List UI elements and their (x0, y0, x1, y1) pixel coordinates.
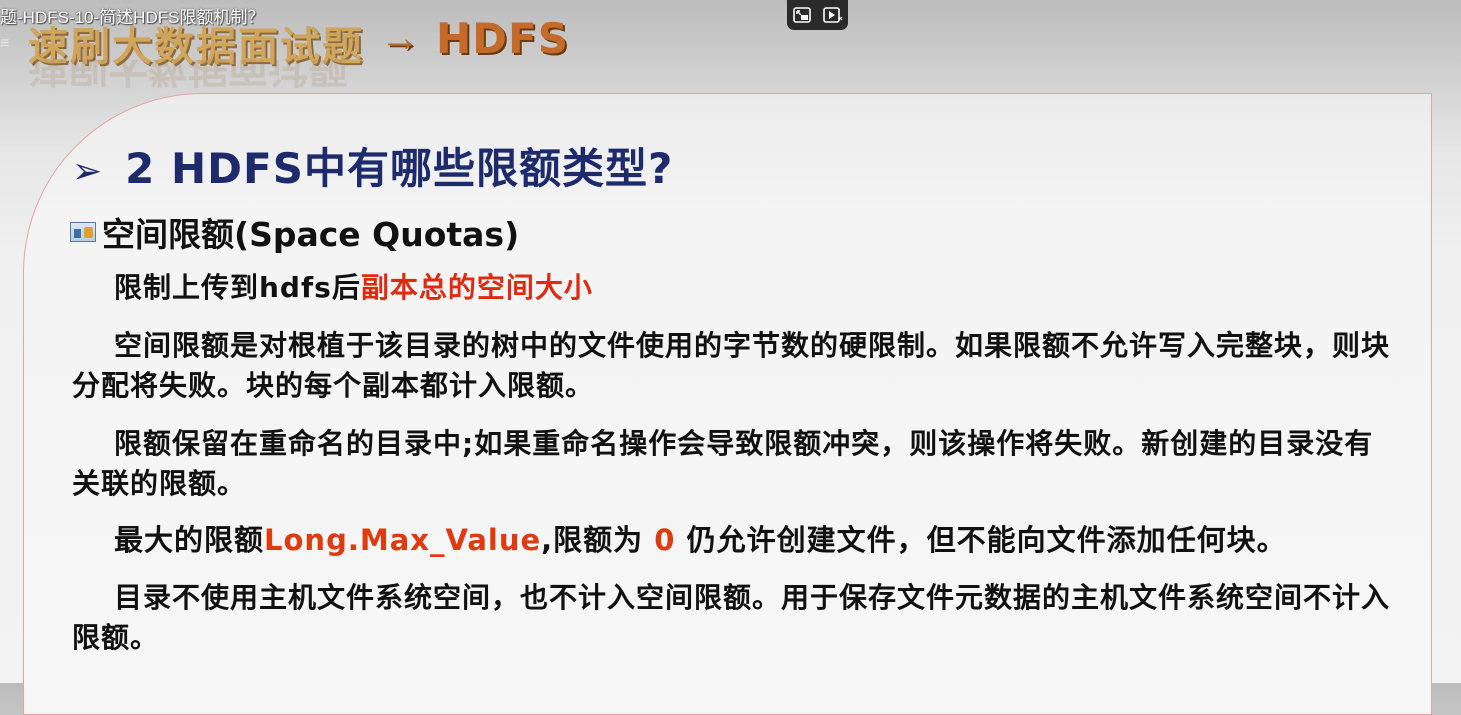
paragraph-4: 最大的限额Long.Max_Value,限额为 0 仍允许创建文件，但不能向文件… (114, 523, 1287, 557)
player-controls (787, 0, 848, 30)
section-icon (70, 222, 96, 242)
paragraph-2: 空间限额是对根植于该目录的树中的文件使用的字节数的硬限制。如果限额不允许写入完整… (72, 329, 1391, 402)
highlight-zero: 0 (654, 523, 676, 557)
paragraph-5: 目录不使用主机文件系统空间，也不计入空间限额。用于保存文件元数据的主机文件系统空… (72, 581, 1391, 654)
banner-topic: HDFS (436, 14, 569, 63)
play-next-icon[interactable] (822, 5, 843, 25)
banner-arrow: → (380, 16, 420, 60)
section-subheading: 空间限额(Space Quotas) (70, 208, 519, 256)
paragraph-3: 限额保留在重命名的目录中;如果重命名操作会导致限额冲突，则该操作将失败。新创建的… (72, 427, 1374, 500)
menu-icon: ≡ (0, 35, 10, 52)
paragraph-1: 限制上传到hdfs后副本总的空间大小 (114, 271, 593, 304)
highlight-value: Long.Max_Value (264, 523, 542, 557)
banner-reflection: 速刷大数据面试题 (28, 60, 348, 90)
section-subheading-text: 空间限额(Space Quotas) (102, 215, 520, 254)
slide-heading-text: 2 HDFS中有哪些限额类型? (125, 144, 674, 193)
slide-heading: ➢ 2 HDFS中有哪些限额类型? (72, 135, 673, 196)
highlight-text: 副本总的空间大小 (360, 271, 593, 304)
miniplayer-icon[interactable] (792, 5, 812, 25)
bullet-arrow-icon: ➢ (72, 151, 104, 192)
